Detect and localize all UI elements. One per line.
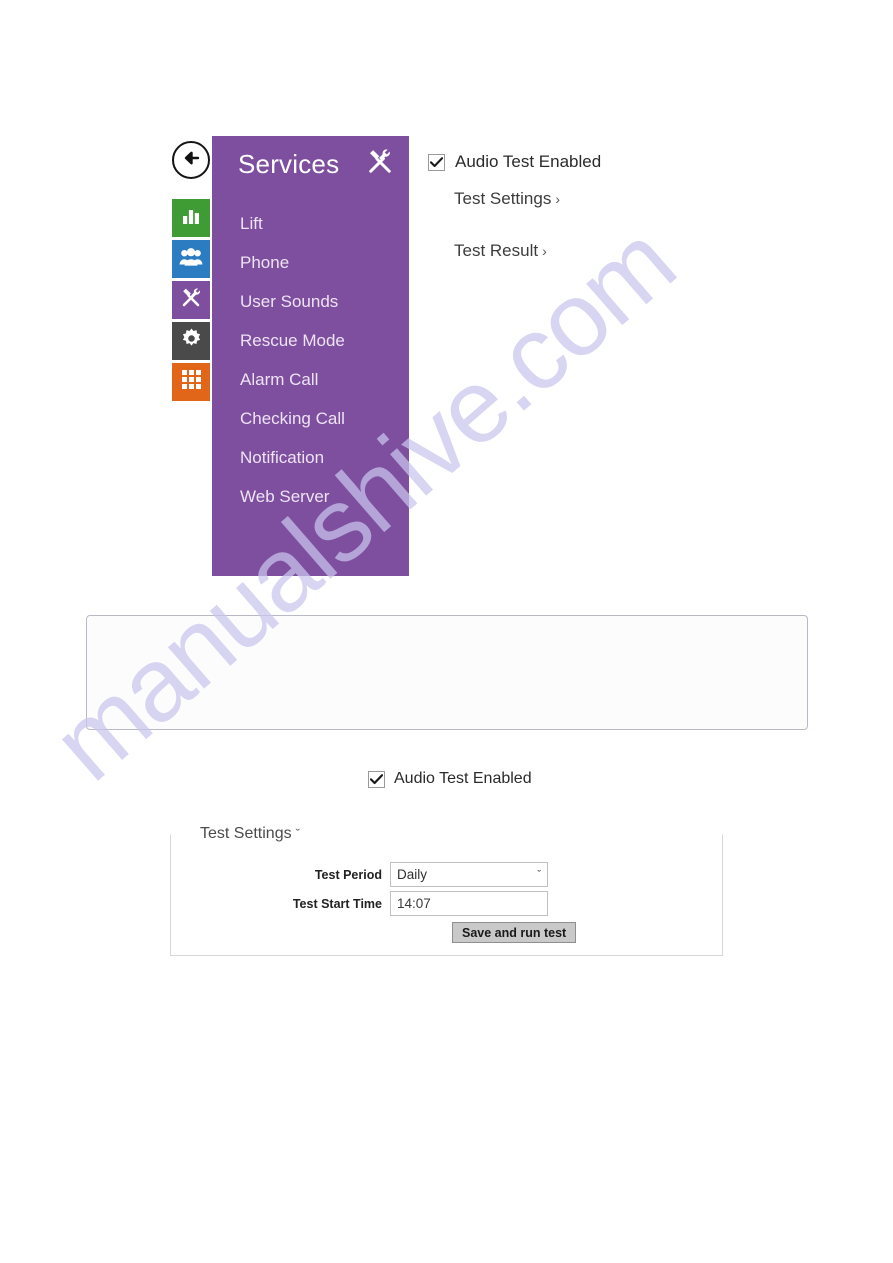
web-form-screenshot: Audio Test Enabled Test Settings ˇ Test P… bbox=[0, 750, 893, 980]
chevron-down-icon: ˇ bbox=[295, 826, 300, 841]
save-and-run-test-label: Save and run test bbox=[462, 925, 567, 940]
test-start-time-value: 14:07 bbox=[397, 896, 431, 911]
test-settings-section-toggle[interactable]: Test Settings ˇ bbox=[192, 825, 308, 843]
test-start-time-input[interactable]: 14:07 bbox=[390, 891, 548, 916]
directory-users-icon bbox=[179, 246, 203, 273]
form-audio-test-enabled-row[interactable]: Audio Test Enabled bbox=[368, 770, 532, 788]
chevron-right-icon: › bbox=[542, 243, 547, 259]
test-result-link[interactable]: Test Result › bbox=[454, 241, 728, 261]
back-button[interactable] bbox=[172, 141, 210, 179]
sidebar-item-services[interactable] bbox=[172, 281, 210, 319]
test-settings-link-label: Test Settings bbox=[454, 189, 552, 208]
save-and-run-test-button[interactable]: Save and run test bbox=[452, 922, 577, 943]
sidebar-item-status[interactable] bbox=[172, 199, 210, 237]
services-panel-header: Services bbox=[212, 136, 409, 192]
test-start-time-row: Test Start Time 14:07 bbox=[290, 891, 548, 916]
test-period-select[interactable]: Daily ˇ bbox=[390, 862, 548, 887]
device-ui-screenshot: Services Lift Phone User Sounds Rescue M… bbox=[0, 0, 893, 704]
page-title: Services bbox=[238, 148, 340, 179]
test-settings-link[interactable]: Test Settings › bbox=[454, 189, 728, 209]
menu-item-checking-call[interactable]: Checking Call bbox=[212, 399, 409, 438]
menu-item-user-sounds[interactable]: User Sounds bbox=[212, 282, 409, 321]
apps-grid-icon bbox=[181, 369, 202, 395]
menu-item-phone[interactable]: Phone bbox=[212, 243, 409, 282]
status-bar-chart-icon bbox=[180, 205, 202, 232]
system-gear-icon bbox=[180, 327, 203, 355]
sidebar-item-system[interactable] bbox=[172, 322, 210, 360]
menu-item-web-server[interactable]: Web Server bbox=[212, 477, 409, 516]
sidebar-item-directory[interactable] bbox=[172, 240, 210, 278]
services-panel: Services Lift Phone User Sounds Rescue M… bbox=[212, 136, 420, 704]
test-period-label: Test Period bbox=[314, 867, 382, 882]
form-audio-test-enabled-checkbox[interactable] bbox=[368, 770, 385, 788]
arrow-left-circle-icon bbox=[181, 148, 201, 173]
form-audio-test-enabled-label: Audio Test Enabled bbox=[394, 770, 532, 787]
chevron-down-icon: ˇ bbox=[537, 868, 541, 881]
sidebar-item-apps[interactable] bbox=[172, 363, 210, 401]
icon-rail bbox=[172, 199, 210, 404]
menu-item-alarm-call[interactable]: Alarm Call bbox=[212, 360, 409, 399]
test-start-time-label: Test Start Time bbox=[292, 896, 382, 911]
menu-item-lift[interactable]: Lift bbox=[212, 204, 409, 243]
services-tools-icon bbox=[179, 286, 203, 315]
test-period-row: Test Period Daily ˇ bbox=[290, 862, 548, 887]
chevron-right-icon: › bbox=[555, 191, 560, 207]
test-period-value: Daily bbox=[397, 867, 428, 882]
test-result-link-label: Test Result bbox=[454, 241, 539, 260]
note-callout-box bbox=[86, 615, 808, 730]
detail-column: Audio Test Enabled Test Settings › Test R… bbox=[428, 150, 728, 261]
tools-hammer-wrench-icon bbox=[365, 147, 395, 182]
audio-test-enabled-label: Audio Test Enabled bbox=[455, 152, 602, 171]
menu-item-notification[interactable]: Notification bbox=[212, 438, 409, 477]
audio-test-enabled-checkbox[interactable] bbox=[428, 153, 445, 171]
test-settings-section-label: Test Settings bbox=[200, 825, 292, 842]
menu-item-rescue-mode[interactable]: Rescue Mode bbox=[212, 321, 409, 360]
audio-test-enabled-row[interactable]: Audio Test Enabled bbox=[428, 150, 728, 174]
services-menu: Lift Phone User Sounds Rescue Mode Alarm… bbox=[212, 204, 409, 516]
